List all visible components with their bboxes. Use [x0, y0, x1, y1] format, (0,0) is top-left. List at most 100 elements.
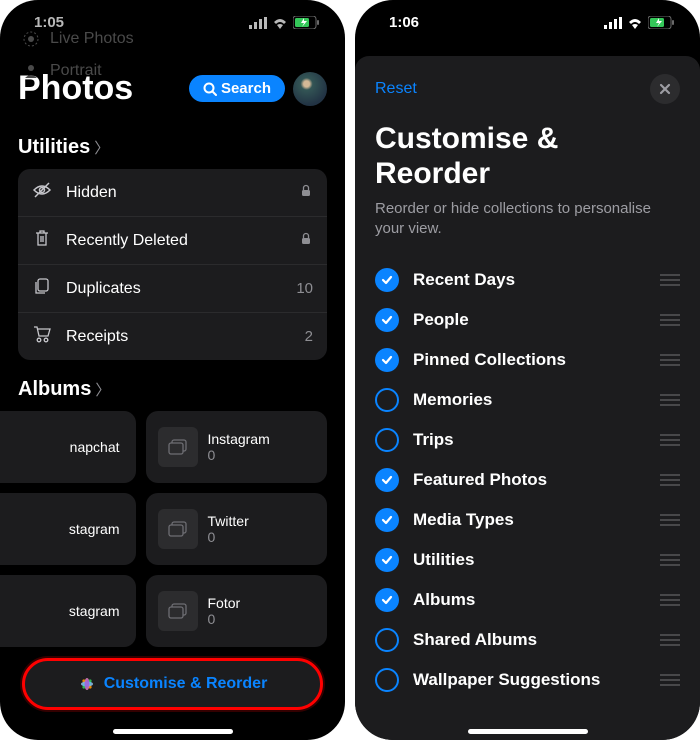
checkbox-unchecked[interactable]: [375, 668, 399, 692]
album-tile[interactable]: stagram: [0, 575, 136, 647]
close-icon: [659, 83, 671, 95]
sheet-title: Customise & Reorder: [375, 122, 680, 191]
drag-handle-icon[interactable]: [660, 594, 680, 606]
status-indicators: [249, 16, 319, 29]
option-label: Utilities: [413, 550, 646, 570]
option-label: Trips: [413, 430, 646, 450]
album-label: Twitter: [208, 513, 249, 530]
drag-handle-icon[interactable]: [660, 354, 680, 366]
option-label: Pinned Collections: [413, 350, 646, 370]
utility-row-duplicates[interactable]: Duplicates10: [18, 265, 327, 313]
utility-label: Receipts: [66, 328, 305, 346]
album-label: Instagram: [208, 431, 270, 448]
checkbox-checked[interactable]: [375, 268, 399, 292]
album-tile[interactable]: Twitter0: [146, 493, 328, 565]
utility-label: Hidden: [66, 184, 299, 202]
sheet-subtitle: Reorder or hide collections to personali…: [375, 199, 680, 240]
utility-row-receipts[interactable]: Receipts2: [18, 313, 327, 360]
option-row-trips[interactable]: Trips: [375, 420, 680, 460]
album-thumb-icon: [158, 591, 198, 631]
home-indicator[interactable]: [468, 729, 588, 734]
option-row-people[interactable]: People: [375, 300, 680, 340]
live-photos-icon: [22, 30, 40, 48]
drag-handle-icon[interactable]: [660, 674, 680, 686]
chevron-right-icon: 〉: [94, 137, 109, 158]
search-label: Search: [221, 80, 271, 97]
album-label: Fotor: [208, 595, 241, 612]
utilities-header[interactable]: Utilities 〉: [0, 118, 345, 169]
utility-row-recently-deleted[interactable]: Recently Deleted: [18, 217, 327, 265]
utility-meta: 10: [296, 280, 313, 297]
option-label: People: [413, 310, 646, 330]
drag-handle-icon[interactable]: [660, 394, 680, 406]
option-row-wallpaper-suggestions[interactable]: Wallpaper Suggestions: [375, 660, 680, 700]
customize-reorder-button[interactable]: Customise & Reorder: [22, 658, 323, 710]
option-row-media-types[interactable]: Media Types: [375, 500, 680, 540]
customize-label: Customise & Reorder: [104, 675, 268, 693]
close-button[interactable]: [650, 74, 680, 104]
customize-sheet: Reset Customise & Reorder Reorder or hid…: [355, 56, 700, 740]
trash-icon: [32, 228, 56, 253]
drag-handle-icon[interactable]: [660, 274, 680, 286]
option-row-pinned-collections[interactable]: Pinned Collections: [375, 340, 680, 380]
photos-app-icon: [78, 675, 96, 693]
eye-slash-icon: [32, 180, 56, 205]
drag-handle-icon[interactable]: [660, 634, 680, 646]
checkbox-checked[interactable]: [375, 508, 399, 532]
album-tile[interactable]: stagram: [0, 493, 136, 565]
wifi-icon: [272, 17, 288, 29]
status-time: 1:05: [34, 14, 64, 31]
album-count: 0: [208, 529, 249, 545]
utility-row-hidden[interactable]: Hidden: [18, 169, 327, 217]
option-row-albums[interactable]: Albums: [375, 580, 680, 620]
utilities-list: HiddenRecently DeletedDuplicates10Receip…: [18, 169, 327, 360]
album-tile[interactable]: Instagram0: [146, 411, 328, 483]
ghost-row-portrait: Portrait: [22, 62, 323, 80]
checkbox-unchecked[interactable]: [375, 428, 399, 452]
customize-reorder-screen: 1:06 Reset Customise & Reorder Reorder o…: [355, 0, 700, 740]
option-label: Recent Days: [413, 270, 646, 290]
checkbox-checked[interactable]: [375, 588, 399, 612]
option-label: Shared Albums: [413, 630, 646, 650]
status-time: 1:06: [389, 14, 419, 31]
album-tile[interactable]: Fotor0: [146, 575, 328, 647]
album-count: 0: [208, 447, 270, 463]
home-indicator[interactable]: [113, 729, 233, 734]
drag-handle-icon[interactable]: [660, 474, 680, 486]
reset-button[interactable]: Reset: [375, 80, 417, 98]
battery-icon: [293, 16, 319, 29]
album-label: stagram: [69, 603, 120, 620]
albums-header[interactable]: Albums 〉: [0, 360, 345, 411]
checkbox-checked[interactable]: [375, 548, 399, 572]
option-row-featured-photos[interactable]: Featured Photos: [375, 460, 680, 500]
checkbox-checked[interactable]: [375, 468, 399, 492]
utility-meta: 2: [305, 328, 313, 345]
album-label: stagram: [69, 521, 120, 538]
option-row-utilities[interactable]: Utilities: [375, 540, 680, 580]
option-row-shared-albums[interactable]: Shared Albums: [375, 620, 680, 660]
battery-icon: [648, 16, 674, 29]
checkbox-unchecked[interactable]: [375, 388, 399, 412]
status-indicators: [604, 16, 674, 29]
checkbox-unchecked[interactable]: [375, 628, 399, 652]
drag-handle-icon[interactable]: [660, 314, 680, 326]
duplicates-icon: [32, 276, 56, 301]
checkbox-checked[interactable]: [375, 348, 399, 372]
option-label: Albums: [413, 590, 646, 610]
receipt-icon: [32, 324, 56, 349]
drag-handle-icon[interactable]: [660, 554, 680, 566]
album-tile[interactable]: napchat: [0, 411, 136, 483]
ghost-row-live: Live Photos: [22, 30, 323, 48]
option-label: Media Types: [413, 510, 646, 530]
drag-handle-icon[interactable]: [660, 434, 680, 446]
option-row-memories[interactable]: Memories: [375, 380, 680, 420]
chevron-right-icon: 〉: [95, 379, 110, 400]
option-label: Memories: [413, 390, 646, 410]
album-thumb-icon: [158, 509, 198, 549]
drag-handle-icon[interactable]: [660, 514, 680, 526]
portrait-icon: [22, 62, 40, 80]
option-row-recent-days[interactable]: Recent Days: [375, 260, 680, 300]
reorder-list: Recent Days People Pinned Collections Memor…: [375, 260, 680, 700]
signal-icon: [604, 17, 622, 29]
checkbox-checked[interactable]: [375, 308, 399, 332]
